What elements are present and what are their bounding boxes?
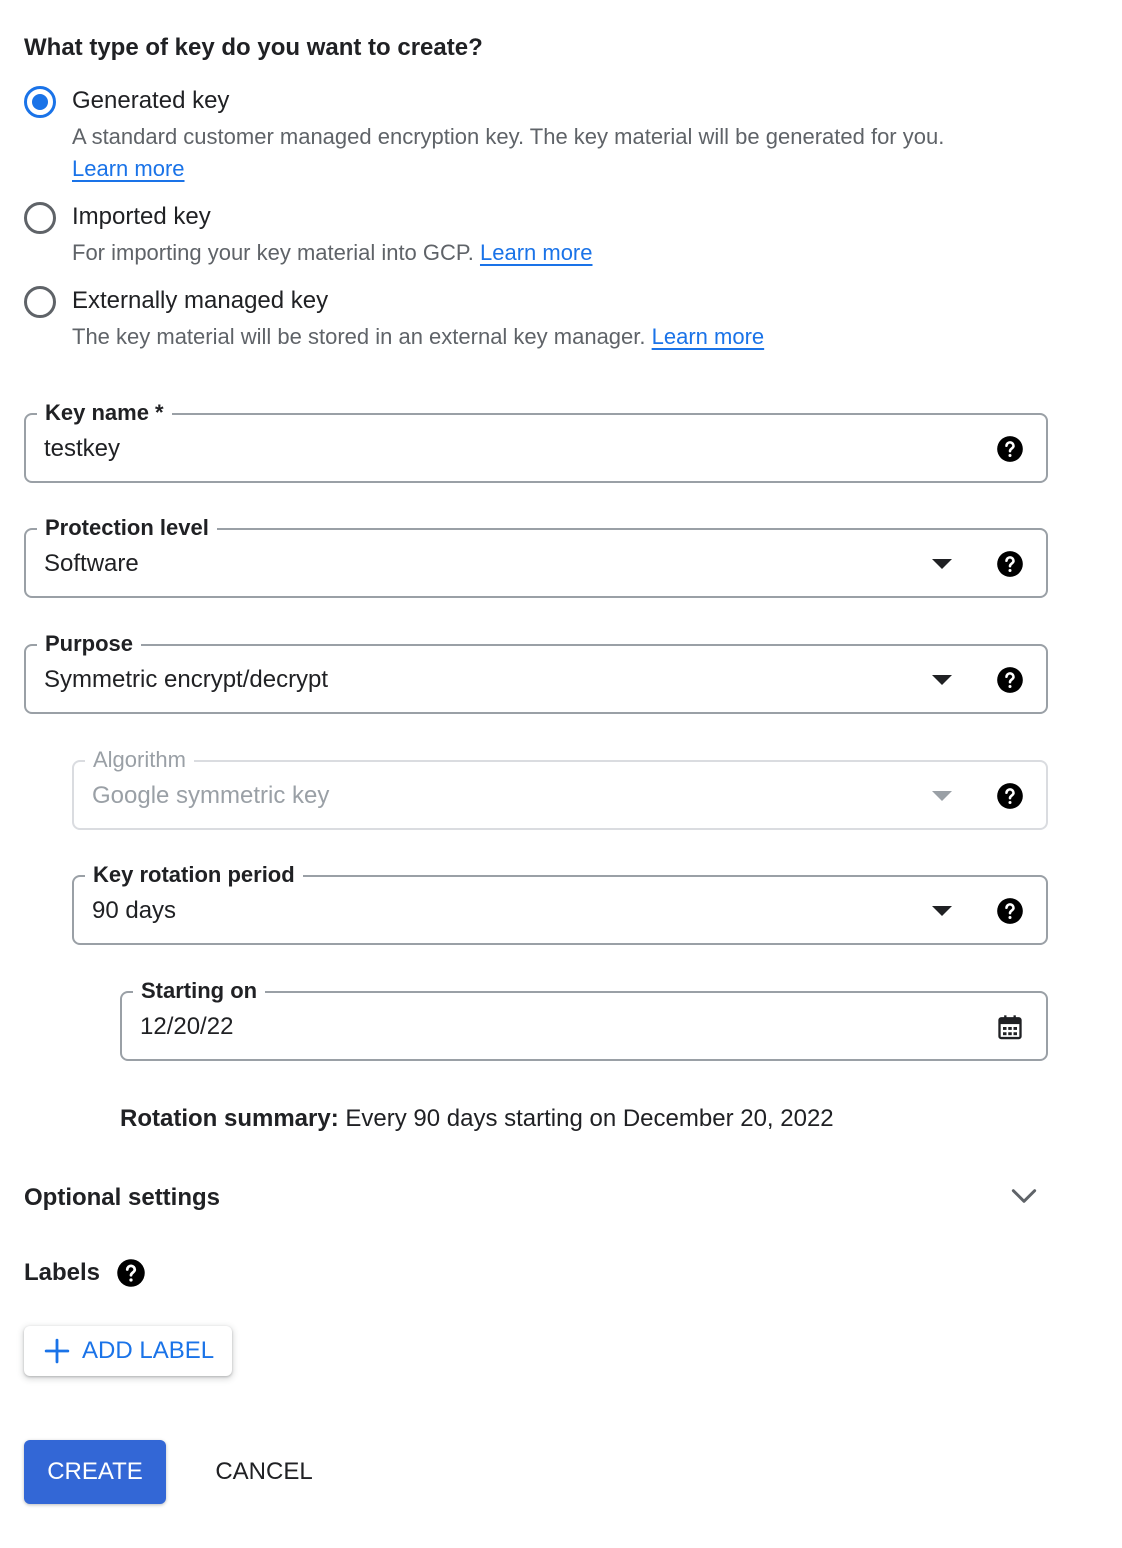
help-icon[interactable] [996,435,1024,463]
dropdown-arrow-icon[interactable] [932,906,952,916]
key-name-label: Key name * [37,398,172,428]
key-rotation-period-value[interactable]: 90 days [92,895,176,927]
external-key-description: The key material will be stored in an ex… [72,324,646,349]
plus-icon [44,1338,70,1364]
algorithm-select: Algorithm Google symmetric key [72,745,1048,830]
key-name-input[interactable]: testkey [44,433,120,465]
purpose-select[interactable]: Purpose Symmetric encrypt/decrypt [24,629,1048,714]
starting-on-label: Starting on [133,976,266,1006]
algorithm-label: Algorithm [85,745,194,775]
help-icon[interactable] [996,666,1024,694]
purpose-label: Purpose [37,629,142,659]
dropdown-arrow-icon [932,791,952,801]
calendar-icon[interactable] [996,1013,1024,1041]
add-label-button-text: ADD LABEL [82,1337,215,1364]
dropdown-arrow-icon[interactable] [932,559,952,569]
generated-key-description: A standard customer managed encryption k… [72,124,945,149]
key-name-field[interactable]: Key name * testkey [24,398,1048,483]
help-icon[interactable] [996,897,1024,925]
starting-on-input[interactable]: 12/20/22 [140,1011,233,1043]
radio-imported-key[interactable] [24,202,56,234]
protection-level-value[interactable]: Software [44,548,139,580]
protection-level-label: Protection level [37,513,217,543]
key-rotation-period-select[interactable]: Key rotation period 90 days [72,860,1048,945]
labels-heading: Labels [24,1259,101,1286]
learn-more-link-external[interactable]: Learn more [652,324,765,349]
algorithm-value: Google symmetric key [92,782,330,809]
radio-generated-key-label[interactable]: Generated key [72,85,229,117]
radio-imported-key-label[interactable]: Imported key [72,201,211,233]
add-label-button[interactable]: ADD LABEL [24,1326,232,1376]
help-icon[interactable] [996,550,1024,578]
cancel-button[interactable]: CANCEL [196,1440,332,1504]
learn-more-link-generated[interactable]: Learn more [72,156,185,181]
rotation-summary-text: Every 90 days starting on December 20, 2… [338,1105,834,1132]
help-icon[interactable] [996,782,1024,810]
purpose-value[interactable]: Symmetric encrypt/decrypt [44,664,328,696]
key-rotation-period-label: Key rotation period [85,860,303,890]
radio-external-key[interactable] [24,286,56,318]
dropdown-arrow-icon[interactable] [932,675,952,685]
create-button[interactable]: CREATE [24,1440,166,1504]
chevron-down-icon[interactable] [1008,1180,1040,1212]
radio-external-key-label[interactable]: Externally managed key [72,285,328,317]
optional-settings-toggle[interactable]: Optional settings [24,1180,220,1216]
learn-more-link-imported[interactable]: Learn more [480,240,593,265]
imported-key-description: For importing your key material into GCP… [72,240,474,265]
rotation-summary: Rotation summary: Every 90 days starting… [120,1102,834,1136]
rotation-summary-label: Rotation summary: [120,1105,339,1132]
starting-on-field[interactable]: Starting on 12/20/22 [120,976,1048,1061]
radio-generated-key[interactable] [24,86,56,118]
protection-level-select[interactable]: Protection level Software [24,513,1048,598]
key-type-title: What type of key do you want to create? [24,34,483,61]
help-icon[interactable] [116,1258,146,1288]
